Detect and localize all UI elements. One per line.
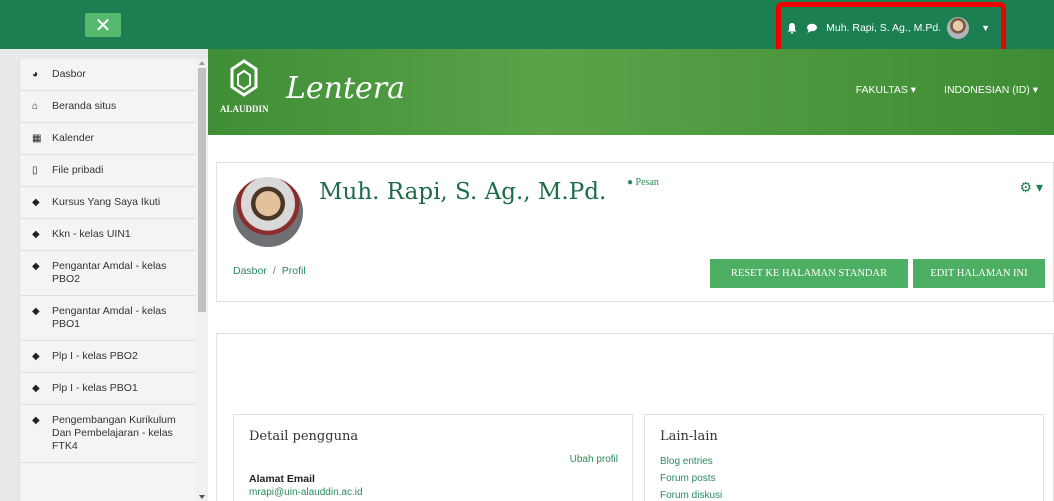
sidebar-item-label: Plp I - kelas PBO2 <box>52 350 138 362</box>
profile-header: Muh. Rapi, S. Ag., M.Pd. ● Pesan ⚙ ▾ Das… <box>216 162 1054 302</box>
sidebar-item-course[interactable]: ◆ Plp I - kelas PBO2 <box>20 341 196 373</box>
graduation-cap-icon: ◆ <box>32 197 40 208</box>
language-menu[interactable]: INDONESIAN (ID) ▾ <box>944 84 1038 96</box>
breadcrumb-dasbor[interactable]: Dasbor <box>233 265 267 277</box>
page-title: Muh. Rapi, S. Ag., M.Pd. <box>319 179 607 205</box>
reset-page-button[interactable]: RESET KE HALAMAN STANDAR <box>710 259 908 288</box>
graduation-cap-icon: ◆ <box>32 229 40 240</box>
sidebar-item-dasbor[interactable]: ◕ Dasbor <box>20 59 196 91</box>
graduation-cap-icon: ◆ <box>32 351 40 362</box>
sidebar-item-label: Kalender <box>52 132 95 144</box>
sidebar-item-course[interactable]: ◆ Plp I - kelas PBO1 <box>20 373 196 405</box>
logo-text: ALAUDDIN <box>220 104 269 114</box>
scroll-thumb[interactable] <box>198 68 206 312</box>
top-navbar: ✕ Muh. Rapi, S. Ag., M.Pd. ▼ <box>0 0 1054 54</box>
sidebar-scrollbar[interactable] <box>196 59 208 501</box>
sidebar-item-course[interactable]: ◆ Kkn - kelas UIN1 <box>20 219 196 251</box>
user-details-card: Detail pengguna Ubah profil Alamat Email… <box>233 414 633 501</box>
file-icon: ▯ <box>32 165 38 176</box>
blog-entries-link[interactable]: Blog entries <box>660 453 722 470</box>
close-drawer-button[interactable]: ✕ <box>85 13 121 37</box>
email-label: Alamat Email <box>249 473 315 485</box>
misc-card: Lain-lain Blog entries Forum posts Forum… <box>644 414 1044 501</box>
breadcrumb-profil[interactable]: Profil <box>282 265 306 277</box>
scroll-up-arrow-icon[interactable] <box>199 61 205 65</box>
misc-links: Blog entries Forum posts Forum diskusi <box>660 453 722 501</box>
sidebar-item-label: Kursus Yang Saya Ikuti <box>52 196 161 208</box>
graduation-cap-icon: ◆ <box>32 306 40 317</box>
graduation-cap-icon: ◆ <box>32 261 40 272</box>
highlight-annotation <box>776 2 1006 54</box>
profile-content: Detail pengguna Ubah profil Alamat Email… <box>216 333 1054 501</box>
nav-list: ◕ Dasbor ⌂ Beranda situs ▦ Kalender ▯ Fi… <box>19 59 196 501</box>
sidebar-item-course[interactable]: ◆ Pengantar Amdal - kelas PBO1 <box>20 296 196 341</box>
forum-discussions-link[interactable]: Forum diskusi <box>660 487 722 501</box>
sidebar-item-file-pribadi[interactable]: ▯ File pribadi <box>20 155 196 187</box>
breadcrumb-separator: / <box>272 265 276 277</box>
home-icon: ⌂ <box>32 101 39 112</box>
site-banner: ALAUDDIN Lentera FAKULTAS ▾ INDONESIAN (… <box>208 49 1054 135</box>
sidebar-item-kalender[interactable]: ▦ Kalender <box>20 123 196 155</box>
graduation-cap-icon: ◆ <box>32 415 40 426</box>
breadcrumb: Dasbor / Profil <box>233 265 306 277</box>
university-logo-icon[interactable] <box>226 59 262 103</box>
scroll-down-arrow-icon[interactable] <box>199 495 205 499</box>
forum-posts-link[interactable]: Forum posts <box>660 470 722 487</box>
sidebar-item-label: File pribadi <box>52 164 104 176</box>
sidebar-item-label: Pengembangan Kurikulum Dan Pembelajaran … <box>52 414 176 452</box>
sidebar-item-label: Pengantar Amdal - kelas PBO1 <box>52 305 167 330</box>
message-label: Pesan <box>635 177 659 188</box>
sidebar-item-label: Dasbor <box>52 68 86 80</box>
sidebar-item-course[interactable]: ◆ Pengembangan Kurikulum Dan Pembelajara… <box>20 405 196 463</box>
gear-icon[interactable]: ⚙ ▾ <box>1020 179 1043 196</box>
nav-drawer: ◕ Dasbor ⌂ Beranda situs ▦ Kalender ▯ Fi… <box>0 49 208 501</box>
site-brand[interactable]: Lentera <box>286 71 405 106</box>
message-link[interactable]: ● Pesan <box>627 177 659 188</box>
sidebar-item-beranda-situs[interactable]: ⌂ Beranda situs <box>20 91 196 123</box>
profile-avatar <box>233 177 303 247</box>
calendar-icon: ▦ <box>32 133 42 144</box>
sidebar-item-course[interactable]: ◆ Pengantar Amdal - kelas PBO2 <box>20 251 196 296</box>
sidebar-item-label: Pengantar Amdal - kelas PBO2 <box>52 260 167 285</box>
edit-profile-link[interactable]: Ubah profil <box>570 454 618 465</box>
banner-menu: FAKULTAS ▾ INDONESIAN (ID) ▾ <box>828 84 1038 96</box>
sidebar-item-label: Beranda situs <box>52 100 117 112</box>
fakultas-menu[interactable]: FAKULTAS ▾ <box>856 84 916 96</box>
graduation-cap-icon: ◆ <box>32 383 40 394</box>
sidebar-item-kursus-saya[interactable]: ◆ Kursus Yang Saya Ikuti <box>20 187 196 219</box>
dashboard-icon: ◕ <box>32 69 39 80</box>
card-title: Lain-lain <box>660 429 718 444</box>
edit-page-button[interactable]: EDIT HALAMAN INI <box>913 259 1045 288</box>
card-title: Detail pengguna <box>249 429 359 444</box>
sidebar-item-label: Kkn - kelas UIN1 <box>52 228 131 240</box>
chat-icon: ● <box>627 177 636 188</box>
email-value[interactable]: mrapi@uin-alauddin.ac.id <box>249 487 363 498</box>
sidebar-item-label: Plp I - kelas PBO1 <box>52 382 138 394</box>
